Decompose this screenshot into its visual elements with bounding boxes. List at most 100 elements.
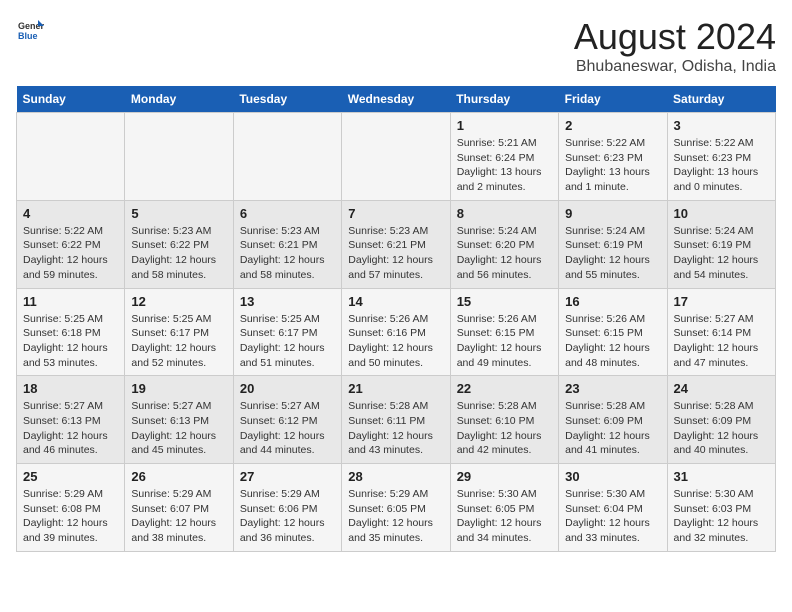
calendar-cell: 30Sunrise: 5:30 AMSunset: 6:04 PMDayligh… xyxy=(559,464,667,552)
day-info: Sunrise: 5:25 AMSunset: 6:17 PMDaylight:… xyxy=(240,312,335,371)
calendar-cell: 26 Sunrise: 5:29 AMSunset: 6:07 PMDayligh… xyxy=(125,464,233,552)
calendar-cell: 23 Sunrise: 5:28 AMSunset: 6:09 PMDayligh… xyxy=(559,376,667,464)
calendar-cell: 13 Sunrise: 5:25 AMSunset: 6:17 PMDayligh… xyxy=(233,288,341,376)
calendar-cell xyxy=(342,113,450,201)
calendar-cell: 14 Sunrise: 5:26 AMSunset: 6:16 PMDayligh… xyxy=(342,288,450,376)
day-info: Sunrise: 5:23 AMSunset: 6:21 PMDaylight:… xyxy=(348,224,443,283)
calendar-table: SundayMondayTuesdayWednesdayThursdayFrid… xyxy=(16,86,776,552)
day-info: Sunrise: 5:22 AMSunset: 6:23 PMDaylight:… xyxy=(565,136,660,195)
calendar-cell: 31 Sunrise: 5:30 AMSunset: 6:03 PMDayligh… xyxy=(667,464,775,552)
day-info: Sunrise: 5:27 AMSunset: 6:14 PMDaylight:… xyxy=(674,312,769,371)
day-info: Sunrise: 5:28 AMSunset: 6:09 PMDaylight:… xyxy=(674,399,769,458)
day-info: Sunrise: 5:30 AMSunset: 6:03 PMDaylight:… xyxy=(674,487,769,546)
day-number: 12 xyxy=(131,294,226,309)
weekday-header-row: SundayMondayTuesdayWednesdayThursdayFrid… xyxy=(17,86,776,113)
calendar-cell: 15 Sunrise: 5:26 AMSunset: 6:15 PMDayligh… xyxy=(450,288,558,376)
day-info: Sunrise: 5:28 AMSunset: 6:09 PMDaylight:… xyxy=(565,399,660,458)
calendar-cell: 8Sunrise: 5:24 AMSunset: 6:20 PMDaylight… xyxy=(450,200,558,288)
day-number: 17 xyxy=(674,294,769,309)
calendar-cell: 21 Sunrise: 5:28 AMSunset: 6:11 PMDayligh… xyxy=(342,376,450,464)
calendar-cell: 10 Sunrise: 5:24 AMSunset: 6:19 PMDayligh… xyxy=(667,200,775,288)
svg-text:Blue: Blue xyxy=(18,31,38,41)
day-number: 27 xyxy=(240,469,335,484)
day-number: 1 xyxy=(457,118,552,133)
calendar-cell: 5Sunrise: 5:23 AMSunset: 6:22 PMDaylight… xyxy=(125,200,233,288)
week-row-4: 18Sunrise: 5:27 AMSunset: 6:13 PMDayligh… xyxy=(17,376,776,464)
calendar-cell: 24Sunrise: 5:28 AMSunset: 6:09 PMDayligh… xyxy=(667,376,775,464)
day-info: Sunrise: 5:28 AMSunset: 6:10 PMDaylight:… xyxy=(457,399,552,458)
day-info: Sunrise: 5:29 AMSunset: 6:08 PMDaylight:… xyxy=(23,487,118,546)
day-info: Sunrise: 5:26 AMSunset: 6:15 PMDaylight:… xyxy=(565,312,660,371)
day-info: Sunrise: 5:24 AMSunset: 6:19 PMDaylight:… xyxy=(674,224,769,283)
calendar-cell: 3 Sunrise: 5:22 AMSunset: 6:23 PMDaylight… xyxy=(667,113,775,201)
page-title: August 2024 xyxy=(574,16,776,58)
day-number: 14 xyxy=(348,294,443,309)
day-number: 30 xyxy=(565,469,660,484)
header: General Blue August 2024 Bhubaneswar, Od… xyxy=(16,16,776,76)
day-number: 23 xyxy=(565,381,660,396)
logo: General Blue xyxy=(16,16,44,44)
day-number: 10 xyxy=(674,206,769,221)
weekday-header-saturday: Saturday xyxy=(667,86,775,113)
weekday-header-friday: Friday xyxy=(559,86,667,113)
weekday-header-wednesday: Wednesday xyxy=(342,86,450,113)
day-info: Sunrise: 5:23 AMSunset: 6:22 PMDaylight:… xyxy=(131,224,226,283)
day-number: 7 xyxy=(348,206,443,221)
calendar-cell: 18Sunrise: 5:27 AMSunset: 6:13 PMDayligh… xyxy=(17,376,125,464)
day-number: 13 xyxy=(240,294,335,309)
day-number: 9 xyxy=(565,206,660,221)
day-number: 19 xyxy=(131,381,226,396)
week-row-3: 11Sunrise: 5:25 AMSunset: 6:18 PMDayligh… xyxy=(17,288,776,376)
week-row-1: 1 Sunrise: 5:21 AMSunset: 6:24 PMDaylight… xyxy=(17,113,776,201)
logo-icon: General Blue xyxy=(16,16,44,44)
calendar-cell: 2Sunrise: 5:22 AMSunset: 6:23 PMDaylight… xyxy=(559,113,667,201)
page-subtitle: Bhubaneswar, Odisha, India xyxy=(574,58,776,76)
week-row-5: 25 Sunrise: 5:29 AMSunset: 6:08 PMDayligh… xyxy=(17,464,776,552)
day-number: 22 xyxy=(457,381,552,396)
calendar-cell xyxy=(125,113,233,201)
calendar-cell: 17 Sunrise: 5:27 AMSunset: 6:14 PMDayligh… xyxy=(667,288,775,376)
weekday-header-sunday: Sunday xyxy=(17,86,125,113)
calendar-cell: 19Sunrise: 5:27 AMSunset: 6:13 PMDayligh… xyxy=(125,376,233,464)
day-info: Sunrise: 5:30 AMSunset: 6:05 PMDaylight:… xyxy=(457,487,552,546)
day-info: Sunrise: 5:22 AMSunset: 6:22 PMDaylight:… xyxy=(23,224,118,283)
calendar-cell: 7 Sunrise: 5:23 AMSunset: 6:21 PMDaylight… xyxy=(342,200,450,288)
calendar-cell: 27 Sunrise: 5:29 AMSunset: 6:06 PMDayligh… xyxy=(233,464,341,552)
day-number: 8 xyxy=(457,206,552,221)
day-info: Sunrise: 5:29 AMSunset: 6:07 PMDaylight:… xyxy=(131,487,226,546)
day-info: Sunrise: 5:28 AMSunset: 6:11 PMDaylight:… xyxy=(348,399,443,458)
calendar-cell: 25 Sunrise: 5:29 AMSunset: 6:08 PMDayligh… xyxy=(17,464,125,552)
calendar-cell: 11Sunrise: 5:25 AMSunset: 6:18 PMDayligh… xyxy=(17,288,125,376)
day-number: 26 xyxy=(131,469,226,484)
calendar-cell: 6Sunrise: 5:23 AMSunset: 6:21 PMDaylight… xyxy=(233,200,341,288)
day-info: Sunrise: 5:27 AMSunset: 6:12 PMDaylight:… xyxy=(240,399,335,458)
day-info: Sunrise: 5:29 AMSunset: 6:06 PMDaylight:… xyxy=(240,487,335,546)
day-info: Sunrise: 5:25 AMSunset: 6:18 PMDaylight:… xyxy=(23,312,118,371)
day-number: 25 xyxy=(23,469,118,484)
weekday-header-tuesday: Tuesday xyxy=(233,86,341,113)
day-number: 3 xyxy=(674,118,769,133)
calendar-cell: 12 Sunrise: 5:25 AMSunset: 6:17 PMDayligh… xyxy=(125,288,233,376)
calendar-cell: 28Sunrise: 5:29 AMSunset: 6:05 PMDayligh… xyxy=(342,464,450,552)
day-info: Sunrise: 5:26 AMSunset: 6:16 PMDaylight:… xyxy=(348,312,443,371)
day-number: 4 xyxy=(23,206,118,221)
day-info: Sunrise: 5:29 AMSunset: 6:05 PMDaylight:… xyxy=(348,487,443,546)
calendar-cell: 1 Sunrise: 5:21 AMSunset: 6:24 PMDaylight… xyxy=(450,113,558,201)
day-number: 21 xyxy=(348,381,443,396)
day-number: 6 xyxy=(240,206,335,221)
day-info: Sunrise: 5:25 AMSunset: 6:17 PMDaylight:… xyxy=(131,312,226,371)
day-info: Sunrise: 5:22 AMSunset: 6:23 PMDaylight:… xyxy=(674,136,769,195)
day-number: 31 xyxy=(674,469,769,484)
calendar-cell xyxy=(17,113,125,201)
day-number: 20 xyxy=(240,381,335,396)
weekday-header-monday: Monday xyxy=(125,86,233,113)
day-info: Sunrise: 5:27 AMSunset: 6:13 PMDaylight:… xyxy=(23,399,118,458)
day-number: 16 xyxy=(565,294,660,309)
day-info: Sunrise: 5:24 AMSunset: 6:19 PMDaylight:… xyxy=(565,224,660,283)
day-info: Sunrise: 5:26 AMSunset: 6:15 PMDaylight:… xyxy=(457,312,552,371)
day-number: 29 xyxy=(457,469,552,484)
calendar-cell: 9 Sunrise: 5:24 AMSunset: 6:19 PMDaylight… xyxy=(559,200,667,288)
calendar-cell: 16 Sunrise: 5:26 AMSunset: 6:15 PMDayligh… xyxy=(559,288,667,376)
day-number: 15 xyxy=(457,294,552,309)
day-info: Sunrise: 5:21 AMSunset: 6:24 PMDaylight:… xyxy=(457,136,552,195)
